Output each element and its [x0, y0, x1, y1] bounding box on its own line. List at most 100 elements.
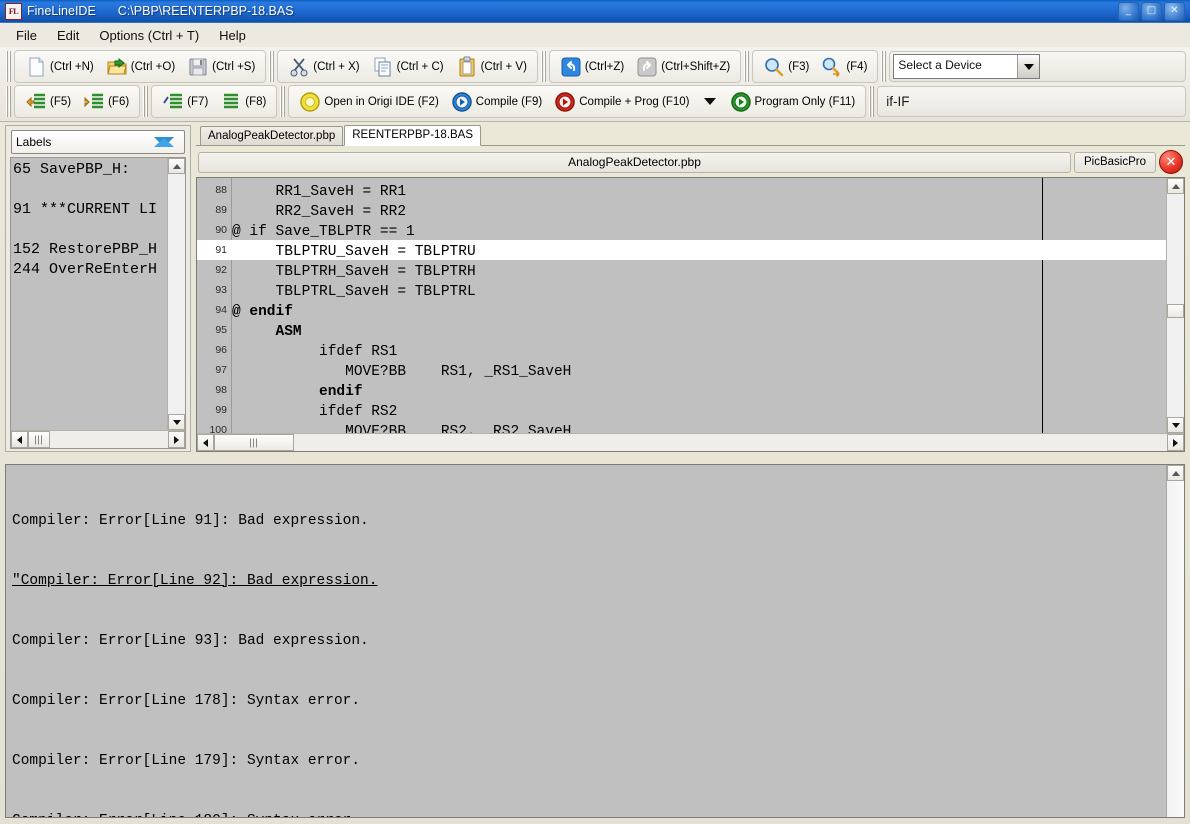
toolbar-grip[interactable]: [5, 51, 12, 82]
open-file-button[interactable]: (Ctrl +O): [100, 52, 181, 81]
scroll-down-button[interactable]: [168, 414, 185, 430]
toolbar-grip-8[interactable]: [279, 86, 286, 117]
code-surface[interactable]: 88 RR1_SaveH = RR1 89 RR2_SaveH = RR2 90…: [197, 178, 1166, 433]
code-hscroll-track[interactable]: [214, 434, 1167, 451]
hscroll-track[interactable]: [28, 431, 168, 448]
new-file-label: (Ctrl +N): [50, 61, 94, 73]
close-button[interactable]: ✕: [1164, 2, 1185, 21]
copy-button[interactable]: (Ctrl + C): [366, 52, 450, 81]
code-line-current[interactable]: 91 TBLPTRU_SaveH = TBLPTRU: [197, 240, 1166, 260]
toolbar-grip-6[interactable]: [5, 86, 12, 117]
line-text: RR2_SaveH = RR2: [227, 202, 406, 222]
line-text: MOVE?BB RS1, _RS1_SaveH: [227, 362, 571, 382]
line-number: 91: [197, 240, 227, 260]
list-item[interactable]: 152 RestorePBP_H: [13, 240, 167, 260]
next-bookmark-button[interactable]: (F6): [77, 87, 135, 116]
line-number: 96: [197, 340, 227, 360]
maximize-button[interactable]: □: [1141, 2, 1162, 21]
menu-edit[interactable]: Edit: [47, 25, 89, 46]
menu-bar: File Edit Options (Ctrl + T) Help: [0, 23, 1190, 47]
toolbar-grip-7[interactable]: [142, 86, 149, 117]
menu-file[interactable]: File: [6, 25, 47, 46]
open-folder-icon: [106, 56, 128, 78]
title-bar: FL FineLineIDE C:\PBP\REENTERPBP-18.BAS …: [0, 0, 1190, 23]
compile-and-program-button[interactable]: Compile + Prog (F10): [548, 87, 695, 116]
code-editor-row: 88 RR1_SaveH = RR1 89 RR2_SaveH = RR2 90…: [197, 178, 1184, 433]
program-only-button[interactable]: Program Only (F11): [724, 87, 862, 116]
cut-button[interactable]: (Ctrl + X): [282, 52, 365, 81]
minimize-icon: _: [1119, 3, 1138, 20]
code-line: 95 ASM: [197, 320, 1166, 340]
tab-reenterpbp[interactable]: REENTERPBP-18.BAS: [344, 125, 481, 146]
document-name[interactable]: AnalogPeakDetector.pbp: [198, 152, 1071, 173]
output-scroll-up-button[interactable]: [1167, 465, 1184, 481]
output-vertical-scrollbar[interactable]: [1167, 465, 1184, 817]
output-line: Compiler: Error[Line 178]: Syntax error.: [12, 691, 1166, 711]
output-vscroll-track[interactable]: [1167, 481, 1184, 817]
device-dropdown-arrow-icon[interactable]: [1017, 55, 1039, 78]
toolbar-grip-4[interactable]: [743, 51, 750, 82]
open-in-original-ide-button[interactable]: Open in Origi IDE (F2): [293, 87, 444, 116]
code-vscroll-track[interactable]: [1167, 194, 1184, 417]
editor-panel: AnalogPeakDetector.pbp REENTERPBP-18.BAS…: [196, 125, 1185, 452]
toolbar-grip-2[interactable]: [268, 51, 275, 82]
code-vscroll-thumb[interactable]: [1167, 304, 1184, 318]
line-text: MOVE?BB RS2, _RS2_SaveH: [227, 422, 571, 433]
document-language[interactable]: PicBasicPro: [1074, 152, 1156, 173]
comment-button[interactable]: (F7): [156, 87, 214, 116]
labels-selector[interactable]: Labels: [11, 130, 185, 154]
labels-list[interactable]: 65 SavePBP_H: 91 ***CURRENT LI 152 Resto…: [11, 158, 167, 430]
copy-label: (Ctrl + C): [397, 61, 444, 73]
toolbar-grip-5[interactable]: [880, 51, 887, 82]
device-select[interactable]: Select a Device: [893, 54, 1040, 79]
label-name-4: RestorePBP_H: [49, 241, 157, 258]
find-button[interactable]: (F3): [757, 52, 815, 81]
list-spacer: [13, 180, 167, 200]
hscroll-thumb[interactable]: [28, 431, 50, 448]
code-hscroll-thumb[interactable]: [214, 434, 294, 451]
labels-vertical-scrollbar[interactable]: [167, 158, 185, 430]
chevron-down-icon[interactable]: [704, 98, 716, 105]
code-scroll-up-button[interactable]: [1167, 178, 1184, 194]
new-file-button[interactable]: (Ctrl +N): [19, 52, 100, 81]
tab-analogpeakdetector[interactable]: AnalogPeakDetector.pbp: [200, 126, 343, 145]
save-file-button[interactable]: (Ctrl +S): [181, 52, 261, 81]
compile-button[interactable]: Compile (F9): [445, 87, 548, 116]
menu-help[interactable]: Help: [209, 25, 256, 46]
code-line: 100 MOVE?BB RS2, _RS2_SaveH: [197, 420, 1166, 433]
uncomment-button[interactable]: (F8): [214, 87, 272, 116]
status-field[interactable]: if-IF: [886, 94, 909, 109]
close-document-button[interactable]: ✕: [1159, 150, 1183, 174]
code-scroll-right-button[interactable]: [1167, 434, 1184, 451]
labels-horizontal-scrollbar[interactable]: [11, 430, 185, 448]
list-item[interactable]: 244 OverReEnterH: [13, 260, 167, 280]
toolbar-grip-3[interactable]: [540, 51, 547, 82]
code-vertical-scrollbar[interactable]: [1166, 178, 1184, 433]
list-item[interactable]: 65 SavePBP_H:: [13, 160, 167, 180]
code-scroll-left-button[interactable]: [197, 434, 214, 451]
app-title: FineLineIDE: [27, 4, 96, 18]
menu-options[interactable]: Options (Ctrl + T): [89, 25, 209, 46]
undo-button[interactable]: (Ctrl+Z): [554, 52, 630, 81]
cut-label: (Ctrl + X): [313, 61, 359, 73]
prev-bookmark-label: (F5): [50, 96, 71, 108]
code-scroll-down-button[interactable]: [1167, 417, 1184, 433]
fineline-ide-window: FL FineLineIDE C:\PBP\REENTERPBP-18.BAS …: [0, 0, 1190, 824]
scroll-left-button[interactable]: [11, 431, 28, 448]
minimize-button[interactable]: _: [1118, 2, 1139, 21]
list-item[interactable]: 91 ***CURRENT LI: [13, 200, 167, 220]
output-line-highlighted[interactable]: "Compiler: Error[Line 92]: Bad expressio…: [12, 571, 1166, 591]
line-text: endif: [227, 382, 363, 402]
scroll-right-button[interactable]: [168, 431, 185, 448]
prev-bookmark-button[interactable]: (F5): [19, 87, 77, 116]
toolbar-grip-9[interactable]: [868, 86, 875, 117]
line-number: 99: [197, 400, 227, 420]
code-horizontal-scrollbar[interactable]: [197, 433, 1184, 451]
paste-button[interactable]: (Ctrl + V): [450, 52, 533, 81]
comment-label: (F7): [187, 96, 208, 108]
diamond-dropdown-icon[interactable]: [154, 137, 174, 147]
redo-button[interactable]: (Ctrl+Shift+Z): [630, 52, 736, 81]
find-next-button[interactable]: (F4): [815, 52, 873, 81]
scroll-up-button[interactable]: [168, 158, 185, 174]
compiler-output-text[interactable]: Compiler: Error[Line 91]: Bad expression…: [6, 465, 1167, 817]
